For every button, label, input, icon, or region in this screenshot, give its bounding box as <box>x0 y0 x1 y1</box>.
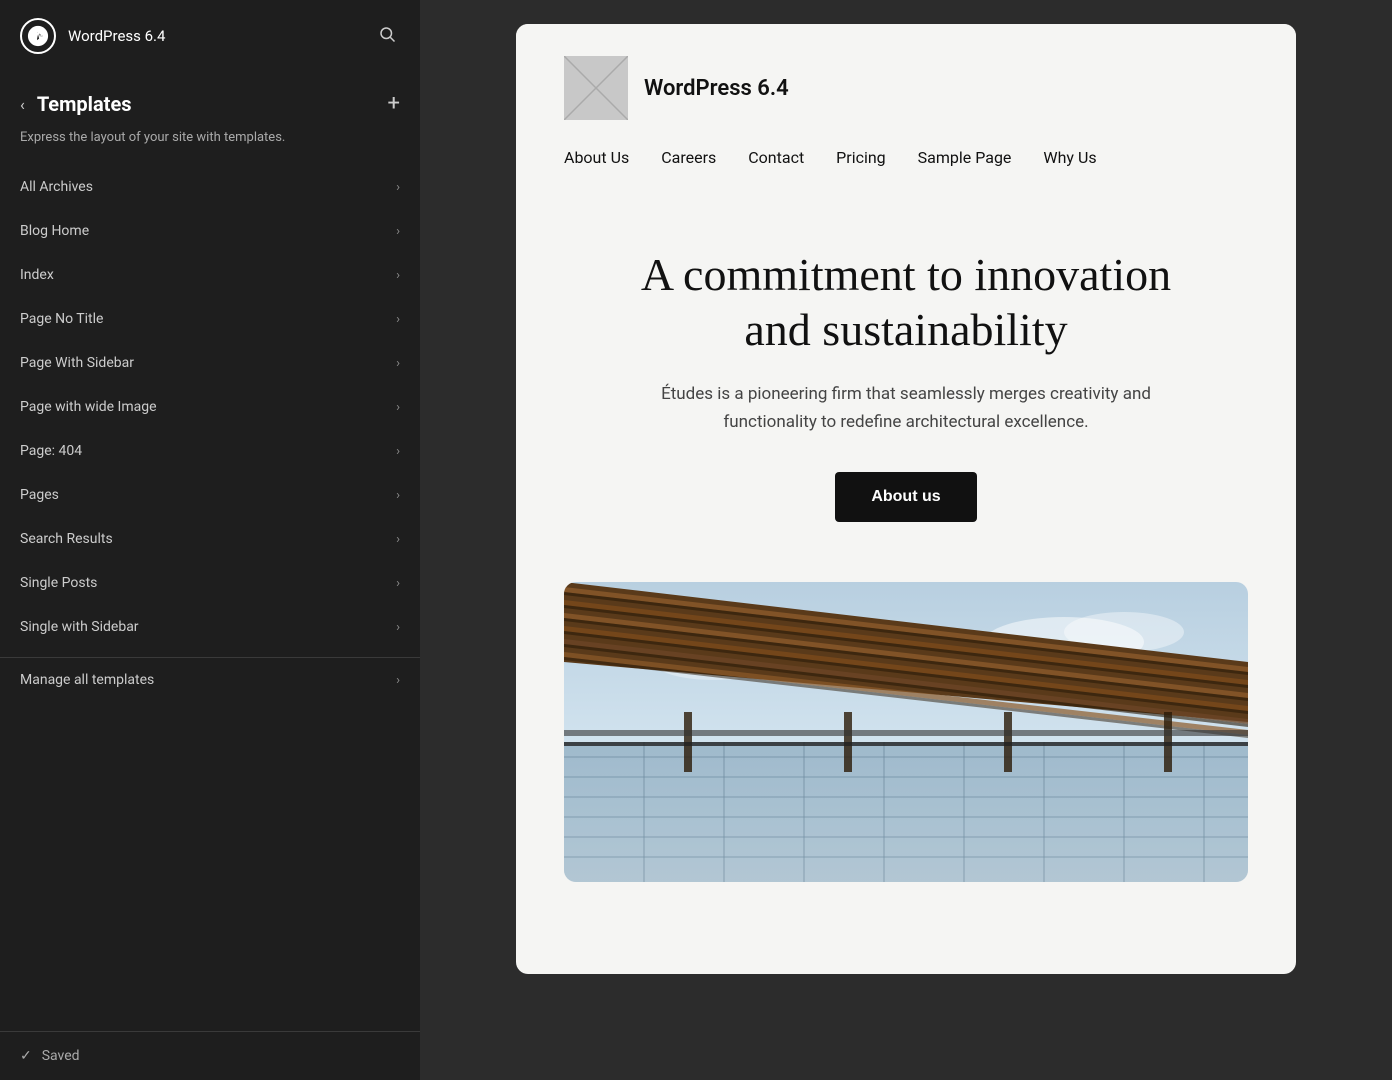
sidebar-footer: ✓ Saved <box>0 1031 420 1080</box>
chevron-right-icon: › <box>396 268 400 283</box>
sidebar: W WordPress 6.4 ‹ Templates + Express th… <box>0 0 420 1080</box>
template-label: All Archives <box>20 179 93 195</box>
nav-item-sample-page[interactable]: Sample Page <box>918 148 1012 167</box>
chevron-right-icon: › <box>396 673 400 688</box>
site-logo <box>564 56 628 120</box>
template-item-index[interactable]: Index › <box>0 253 420 297</box>
add-template-button[interactable]: + <box>388 93 400 115</box>
chevron-right-icon: › <box>396 488 400 503</box>
template-item-page-with-sidebar[interactable]: Page With Sidebar › <box>0 341 420 385</box>
chevron-right-icon: › <box>396 400 400 415</box>
template-item-blog-home[interactable]: Blog Home › <box>0 209 420 253</box>
chevron-right-icon: › <box>396 444 400 459</box>
template-label: Index <box>20 267 54 283</box>
template-label: Page With Sidebar <box>20 355 134 371</box>
chevron-right-icon: › <box>396 356 400 371</box>
chevron-right-icon: › <box>396 180 400 195</box>
template-label: Single Posts <box>20 575 97 591</box>
saved-status-label: Saved <box>42 1048 80 1064</box>
templates-subtitle: Express the layout of your site with tem… <box>0 124 420 165</box>
chevron-right-icon: › <box>396 312 400 327</box>
nav-item-pricing[interactable]: Pricing <box>836 148 886 167</box>
wp-logo[interactable]: W <box>20 18 56 54</box>
preview-site-name: WordPress 6.4 <box>644 76 789 101</box>
template-item-single-posts[interactable]: Single Posts › <box>0 561 420 605</box>
template-label: Pages <box>20 487 59 503</box>
preview-site-header: WordPress 6.4 About Us Careers Contact P… <box>516 24 1296 187</box>
chevron-right-icon: › <box>396 532 400 547</box>
search-icon[interactable] <box>374 21 400 52</box>
template-item-page-wide-image[interactable]: Page with wide Image › <box>0 385 420 429</box>
nav-item-why-us[interactable]: Why Us <box>1043 148 1096 167</box>
svg-text:W: W <box>33 30 43 43</box>
chevron-right-icon: › <box>396 620 400 635</box>
back-button[interactable]: ‹ <box>20 95 25 114</box>
manage-label: Manage all templates <box>20 672 154 688</box>
template-label: Page with wide Image <box>20 399 157 415</box>
hero-title: A commitment to innovation and sustainab… <box>606 247 1206 357</box>
templates-title: Templates <box>37 92 376 116</box>
template-label: Page: 404 <box>20 443 82 459</box>
manage-all-templates-button[interactable]: Manage all templates › <box>0 658 420 702</box>
hero-cta-button[interactable]: About us <box>835 472 976 522</box>
preview-nav: About Us Careers Contact Pricing Sample … <box>564 148 1248 167</box>
preview-card: WordPress 6.4 About Us Careers Contact P… <box>516 24 1296 974</box>
template-label: Single with Sidebar <box>20 619 139 635</box>
building-image <box>564 582 1248 882</box>
template-item-page-no-title[interactable]: Page No Title › <box>0 297 420 341</box>
template-item-search-results[interactable]: Search Results › <box>0 517 420 561</box>
sidebar-header: W WordPress 6.4 <box>0 0 420 72</box>
manage-section: Manage all templates › <box>0 657 420 702</box>
templates-panel: ‹ Templates + Express the layout of your… <box>0 72 420 1031</box>
templates-panel-header: ‹ Templates + <box>0 72 420 124</box>
app-title: WordPress 6.4 <box>68 27 362 45</box>
chevron-right-icon: › <box>396 224 400 239</box>
template-label: Search Results <box>20 531 113 547</box>
nav-item-contact[interactable]: Contact <box>748 148 804 167</box>
template-item-all-archives[interactable]: All Archives › <box>0 165 420 209</box>
preview-hero: A commitment to innovation and sustainab… <box>516 187 1296 562</box>
template-label: Page No Title <box>20 311 103 327</box>
preview-area: WordPress 6.4 About Us Careers Contact P… <box>420 0 1392 1080</box>
template-item-pages[interactable]: Pages › <box>0 473 420 517</box>
chevron-right-icon: › <box>396 576 400 591</box>
saved-check-icon: ✓ <box>20 1048 32 1064</box>
preview-image-section <box>516 562 1296 922</box>
nav-item-about-us[interactable]: About Us <box>564 148 629 167</box>
template-item-page-404[interactable]: Page: 404 › <box>0 429 420 473</box>
template-item-single-sidebar[interactable]: Single with Sidebar › <box>0 605 420 649</box>
template-label: Blog Home <box>20 223 89 239</box>
preview-logo-row: WordPress 6.4 <box>564 56 1248 120</box>
template-list: All Archives › Blog Home › Index › Page … <box>0 165 420 649</box>
nav-item-careers[interactable]: Careers <box>661 148 716 167</box>
hero-subtitle: Études is a pioneering firm that seamles… <box>626 381 1186 435</box>
